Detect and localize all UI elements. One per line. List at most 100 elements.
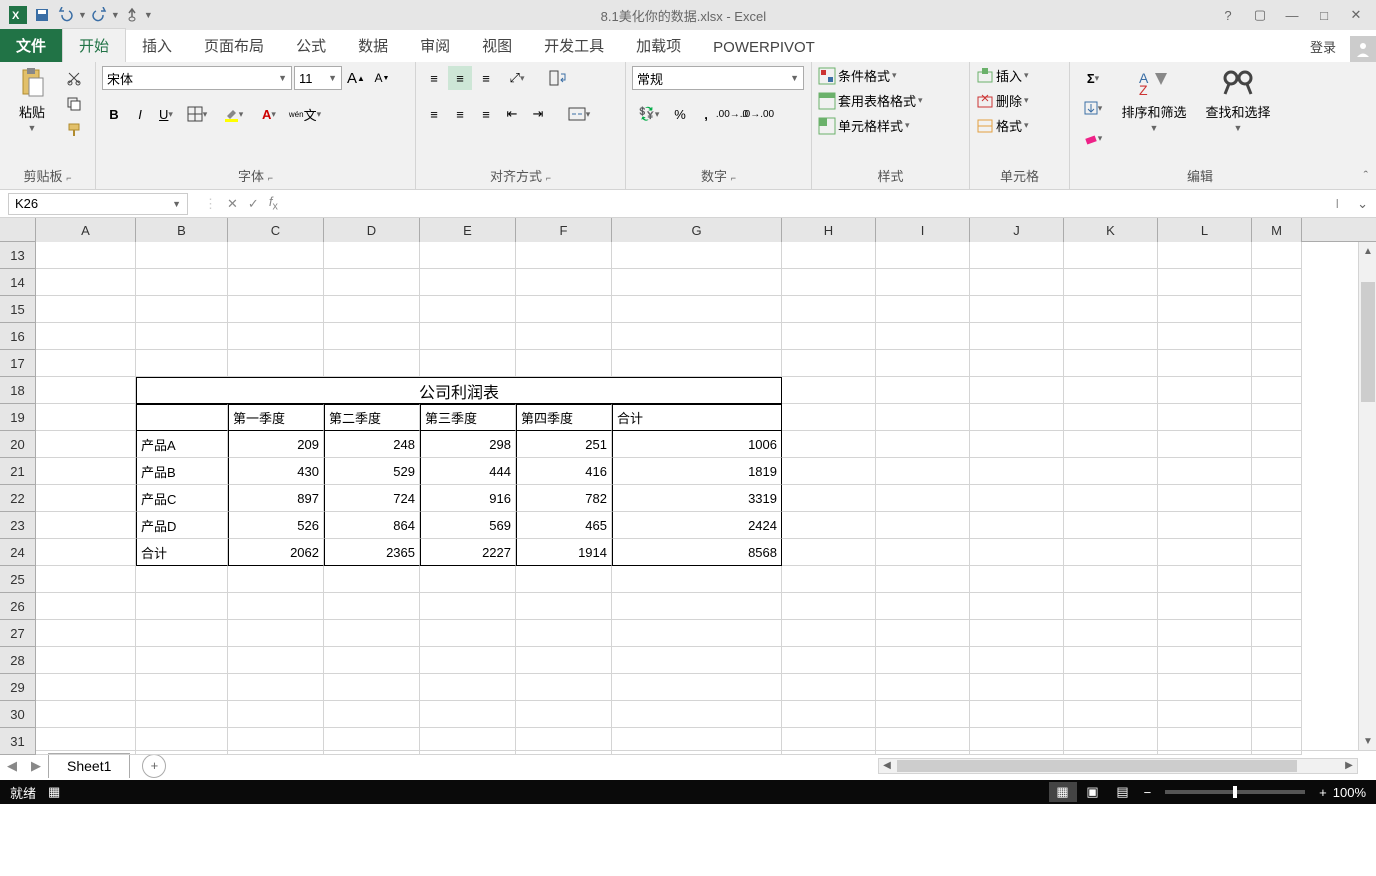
cell[interactable]: [36, 620, 136, 647]
cell[interactable]: [970, 269, 1064, 296]
cell[interactable]: [420, 647, 516, 674]
increase-indent-button[interactable]: ⇥: [526, 102, 550, 126]
cell[interactable]: [970, 377, 1064, 404]
cell[interactable]: [516, 728, 612, 755]
col-header-F[interactable]: F: [516, 218, 612, 242]
cell[interactable]: 8568: [612, 539, 782, 566]
alignment-launcher[interactable]: ⌐: [546, 173, 551, 183]
cell[interactable]: [324, 701, 420, 728]
cell[interactable]: 897: [228, 485, 324, 512]
cell[interactable]: [970, 323, 1064, 350]
cell[interactable]: 569: [420, 512, 516, 539]
clipboard-launcher[interactable]: ⌐: [66, 173, 71, 183]
close-button[interactable]: ✕: [1342, 3, 1370, 27]
cell[interactable]: [516, 269, 612, 296]
cell[interactable]: [36, 269, 136, 296]
cell[interactable]: [876, 485, 970, 512]
cell[interactable]: [612, 647, 782, 674]
cell[interactable]: [516, 323, 612, 350]
row-header-27[interactable]: 27: [0, 620, 36, 647]
cell[interactable]: [970, 458, 1064, 485]
cell[interactable]: [324, 350, 420, 377]
row-header-19[interactable]: 19: [0, 404, 36, 431]
row-header-17[interactable]: 17: [0, 350, 36, 377]
cell[interactable]: [228, 701, 324, 728]
cell[interactable]: [612, 269, 782, 296]
cell[interactable]: [1064, 674, 1158, 701]
cell[interactable]: [1252, 350, 1302, 377]
italic-button[interactable]: I: [128, 102, 152, 126]
cell[interactable]: [782, 620, 876, 647]
cell[interactable]: [782, 269, 876, 296]
cell[interactable]: [420, 566, 516, 593]
col-header-D[interactable]: D: [324, 218, 420, 242]
cell[interactable]: [1158, 647, 1252, 674]
col-header-C[interactable]: C: [228, 218, 324, 242]
macro-record-icon[interactable]: ▦: [48, 784, 60, 800]
cell[interactable]: [420, 701, 516, 728]
cell[interactable]: [324, 647, 420, 674]
cell[interactable]: [516, 593, 612, 620]
align-center-button[interactable]: ≡: [448, 102, 472, 126]
name-box[interactable]: K26▼: [8, 193, 188, 215]
col-header-B[interactable]: B: [136, 218, 228, 242]
cell[interactable]: [1158, 323, 1252, 350]
col-header-G[interactable]: G: [612, 218, 782, 242]
cell[interactable]: [420, 593, 516, 620]
cell[interactable]: [36, 377, 136, 404]
cell[interactable]: [324, 674, 420, 701]
cell[interactable]: 2365: [324, 539, 420, 566]
touch-mouse-toggle[interactable]: [120, 3, 144, 27]
cell[interactable]: [876, 647, 970, 674]
merge-center-button[interactable]: ▾: [562, 102, 596, 126]
cell[interactable]: [1252, 620, 1302, 647]
scroll-down-arrow[interactable]: ▼: [1359, 732, 1376, 750]
cell[interactable]: [1064, 242, 1158, 269]
zoom-level[interactable]: 100%: [1333, 785, 1366, 800]
cell[interactable]: [1252, 728, 1302, 755]
cell[interactable]: [324, 593, 420, 620]
cell[interactable]: 209: [228, 431, 324, 458]
cell[interactable]: [36, 512, 136, 539]
cell[interactable]: 298: [420, 431, 516, 458]
vertical-scrollbar[interactable]: ▲ ▼: [1358, 242, 1376, 750]
cell[interactable]: [228, 296, 324, 323]
tab-insert[interactable]: 插入: [126, 29, 188, 62]
cell[interactable]: [876, 701, 970, 728]
cell[interactable]: [136, 296, 228, 323]
tab-developer[interactable]: 开发工具: [528, 29, 620, 62]
cell[interactable]: [1252, 296, 1302, 323]
cell[interactable]: [36, 728, 136, 755]
cell[interactable]: [970, 485, 1064, 512]
cell[interactable]: [36, 485, 136, 512]
cell[interactable]: [1064, 323, 1158, 350]
tab-file[interactable]: 文件: [0, 29, 62, 62]
cell[interactable]: [1252, 377, 1302, 404]
cell[interactable]: [1064, 566, 1158, 593]
cell[interactable]: [782, 647, 876, 674]
collapse-ribbon-button[interactable]: ˆ: [1364, 168, 1368, 183]
underline-button[interactable]: U ▾: [154, 102, 178, 126]
cell[interactable]: [782, 674, 876, 701]
cell[interactable]: [782, 377, 876, 404]
cell[interactable]: [1064, 701, 1158, 728]
cell[interactable]: [228, 566, 324, 593]
cell[interactable]: [782, 404, 876, 431]
cell[interactable]: [876, 323, 970, 350]
cell[interactable]: [324, 296, 420, 323]
row-header-29[interactable]: 29: [0, 674, 36, 701]
cell[interactable]: [516, 296, 612, 323]
cell[interactable]: [612, 296, 782, 323]
cell[interactable]: [876, 242, 970, 269]
cell[interactable]: [516, 566, 612, 593]
cell[interactable]: [228, 242, 324, 269]
cell[interactable]: 916: [420, 485, 516, 512]
cell[interactable]: [1252, 404, 1302, 431]
decrease-decimal-button[interactable]: .0→.00: [746, 102, 770, 126]
cell[interactable]: [876, 269, 970, 296]
cell[interactable]: [1064, 296, 1158, 323]
cell[interactable]: [876, 296, 970, 323]
cell[interactable]: [420, 296, 516, 323]
cell[interactable]: [1252, 593, 1302, 620]
cell[interactable]: [420, 620, 516, 647]
